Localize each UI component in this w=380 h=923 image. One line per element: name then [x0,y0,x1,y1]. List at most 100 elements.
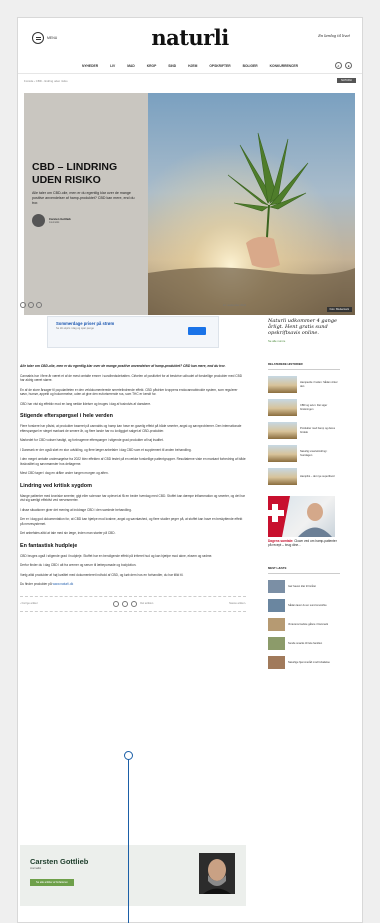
article-teaser: Alle taler om CBD-olie, men er du egentl… [32,191,135,205]
hamburger-icon [32,32,44,44]
related-heading: RELATEREDE HISTORIER [268,362,340,370]
breadcrumb[interactable]: Forside › CBD - lindring uden risiko [24,79,68,83]
magazine-link[interactable]: Se alle numre [268,339,340,343]
menu-label: MENU [47,36,58,40]
most-read-item[interactable]: Naturlige hjemmeråd mod forkølelse [268,656,340,669]
nav-item[interactable]: LIV [110,64,115,68]
paragraph: Markedet for CBD vokser hastigt, og forb… [20,438,164,443]
section-heading: Lindring ved kritisk sygdom [20,482,92,489]
sidebar: Naturli udkommer 4 gange årligt. Hent gr… [266,302,340,669]
paragraph: Cannabis har i flere år været et af de m… [20,373,242,383]
share-label: Del artiklen [140,602,154,606]
most-read-thumbnail [268,637,285,650]
nav-actions: ⌕ ● [335,62,352,69]
section-heading: En fantastisk hudpleje [20,542,78,549]
paragraph: Mange patienter med kroniske smerter, gi… [20,493,245,503]
nav-item[interactable]: OPSKRIFTER [209,64,230,68]
twitter-icon[interactable] [28,302,34,308]
nav-item[interactable]: NYHEDER [82,64,98,68]
hero-author[interactable]: Carsten Gottlieb Journalist [32,214,140,228]
nav-item[interactable]: MAD [127,64,135,68]
footer-share: Del artiklen [113,600,154,607]
paragraph: Flere forskere har påvist, at produkter … [20,424,242,433]
cursor-pointer-dot [124,751,133,760]
author-photo [199,853,235,894]
paragraph: Mest CBD tager i dag en dråbe under tung… [20,471,109,476]
nav-item[interactable]: KROP [147,64,157,68]
paragraph-with-link: Du finder produkter på www.naturli.dk [20,582,246,587]
most-read-thumbnail [268,656,285,669]
related-title: CBD og søvn: Det siger forskningen [300,404,328,411]
most-read-item[interactable]: Gør haven klar til foråret [268,580,340,593]
related-item[interactable]: Hampeolie i huden: Sådan virker den [268,376,340,393]
ad-title: Sommerdage priser på strøm [56,321,115,326]
product-link[interactable]: www.naturli.dk [53,582,74,586]
mail-icon[interactable] [131,600,138,607]
most-read-item[interactable]: Sunde snacks til hele familien [268,637,340,650]
menu-button[interactable]: MENU [32,32,57,44]
related-title: Produkter med hamp og deres fordele [300,427,336,434]
author-role: Journalist [49,221,60,225]
hero-text-panel: CBD – LINDRING UDEN RISIKO Alle taler om… [24,93,148,315]
main-nav: NYHEDER LIV MAD KROP SIND HJEM OPSKRIFTE… [18,58,362,74]
ad-button[interactable] [188,327,206,335]
ad-banner[interactable]: Sommerdage priser på strøm Se din elpris… [47,316,219,348]
breadcrumb-bar: Forside › CBD - lindring uden risiko NAT… [18,74,362,87]
nav-item[interactable]: KONKURRENCER [270,64,298,68]
paragraph: Det anbefales altid at tale med sin læge… [20,531,116,536]
author-box: Carsten Gottlieb Journalist Se alle arti… [20,845,246,906]
share-icons [20,302,42,308]
cursor-pointer-line [128,755,129,923]
next-article-link[interactable]: Næste artikel › [229,602,246,605]
paragraph: CBD har vist sig effektiv mod en lang ræ… [20,401,152,406]
sidebar-ad-text[interactable]: Dagens samtale: Clown ved om hamp-patien… [268,539,340,547]
avatar [32,214,45,228]
article-footer: ‹ Forrige artikel Del artiklen Næste art… [20,595,246,612]
paragraph: En af de store årsager til populariteten… [20,387,238,397]
most-read-title: Naturlige hjemmeråd mod forkølelse [288,660,330,664]
prev-article-link[interactable]: ‹ Forrige artikel [20,602,37,605]
related-item[interactable]: Naturlig smertelindring i hverdagen [268,445,340,462]
site-tagline: En lørdag til livet [318,34,350,38]
link-prefix: Du finder produkter på [20,582,53,587]
related-thumbnail [268,468,297,485]
mail-icon[interactable] [36,302,42,308]
section-heading: Stigende efterspørgsel i hele verden [20,413,113,420]
related-title: Hampeolie i huden: Sådan virker den [300,381,338,388]
publish-date: 12. september 2022 [222,303,246,307]
nav-item[interactable]: SIND [168,64,176,68]
most-read-title: Sådan laver du en sund smoothie [288,603,327,607]
most-read-title: Sunde snacks til hele familien [288,641,323,645]
facebook-icon[interactable] [113,600,120,607]
nav-item[interactable]: HJEM [188,64,197,68]
share-row: 12. september 2022 [20,302,246,308]
search-icon[interactable]: ⌕ [335,62,342,69]
user-icon[interactable]: ● [345,62,352,69]
most-read-title: Vinterens bedste gåture i Danmark [288,622,329,626]
hero-image: Foto: Shutterstock [148,93,355,315]
sidebar-ad-image[interactable] [266,496,335,537]
paragraph: I Danmark er der også sket en stor udvik… [20,447,192,452]
cannabis-leaf-icon [148,93,355,315]
most-read-heading: MEST LÆSTE [268,566,340,574]
twitter-icon[interactable] [122,600,129,607]
most-read-item[interactable]: Vinterens bedste gåture i Danmark [268,618,340,631]
most-read-item[interactable]: Sådan laver du en sund smoothie [268,599,340,612]
facebook-icon[interactable] [20,302,26,308]
site-logo[interactable]: naturli [151,25,229,50]
section-badge[interactable]: NATURLI [337,78,356,83]
most-read-title: Gør haven klar til foråret [288,584,316,588]
related-item[interactable]: CBD og søvn: Det siger forskningen [268,399,340,416]
magazine-promo: Naturli udkommer 4 gange årligt. Hent gr… [268,318,337,336]
related-thumbnail [268,445,297,462]
related-item[interactable]: Produkter med hamp og deres fordele [268,422,340,439]
related-item[interactable]: Hampfrø – det nye supertfood [268,468,340,485]
related-thumbnail [268,399,297,416]
article-title: CBD – LINDRING UDEN RISIKO [32,161,118,186]
related-title: Hampfrø – det nye supertfood [300,474,335,478]
paragraph: I disse situationer giver det mening at … [20,507,132,512]
all-articles-button[interactable]: Se alle artikler af forfatteren [30,879,74,886]
nav-item[interactable]: BOLIGER [243,64,258,68]
most-read-thumbnail [268,599,285,612]
article-lead: Alle taler om CBD-olie, men er du egentl… [20,364,226,368]
